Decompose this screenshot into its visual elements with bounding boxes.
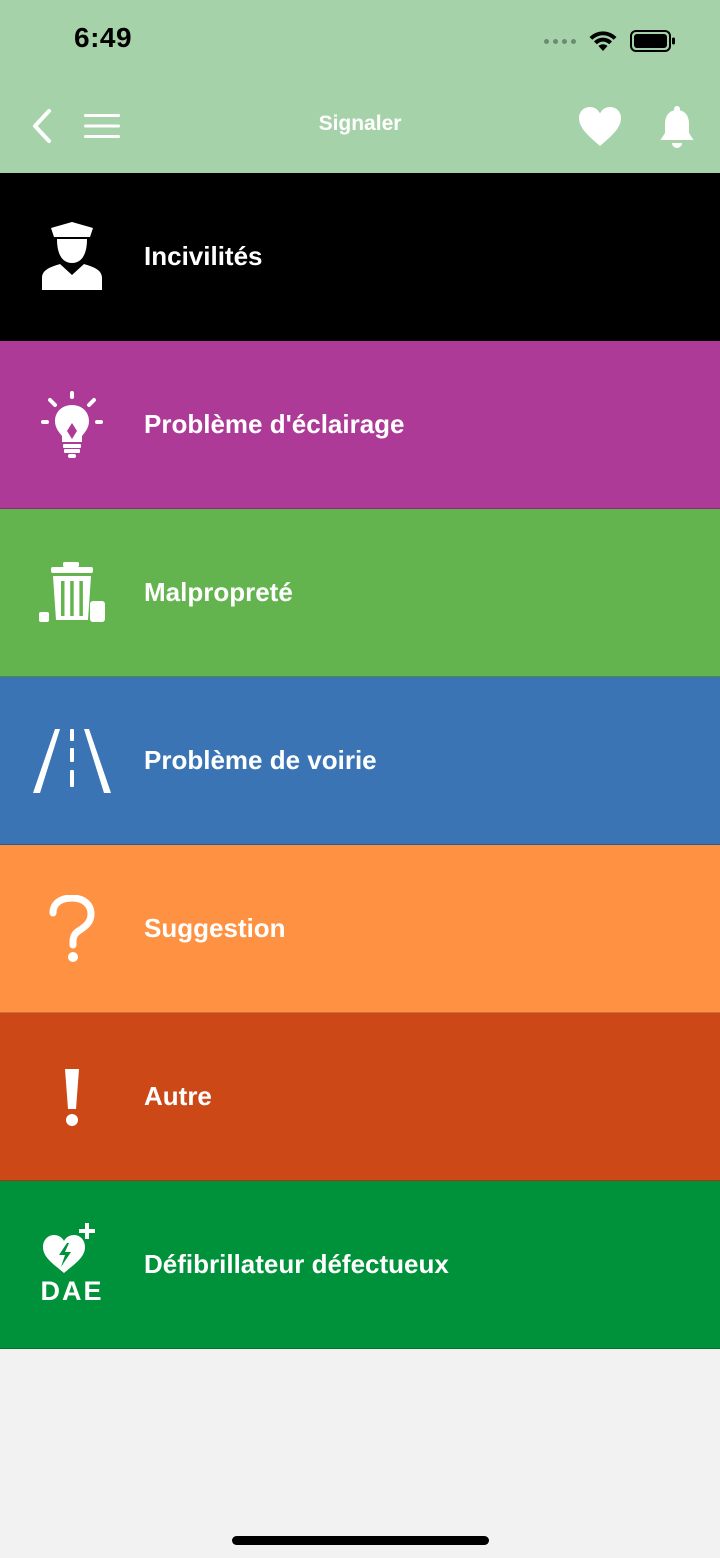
category-incivilites[interactable]: Incivilités — [0, 173, 720, 341]
category-label: Autre — [144, 1081, 212, 1111]
report-category-list: Incivilités Problème d'éclairage Malprop… — [0, 173, 720, 1349]
top-bar: 6:49 Signaler — [0, 0, 720, 173]
road-icon — [33, 728, 111, 793]
status-indicators — [544, 26, 676, 56]
category-label: Incivilités — [144, 241, 263, 271]
category-label: Problème d'éclairage — [144, 409, 405, 439]
favorites-button[interactable] — [574, 102, 626, 152]
bell-icon — [660, 106, 694, 148]
category-label: Suggestion — [144, 913, 286, 943]
cellular-signal-icon — [544, 38, 576, 44]
category-malproprete[interactable]: Malpropreté — [0, 509, 720, 677]
home-indicator — [232, 1536, 489, 1545]
trash-icon — [39, 561, 105, 622]
category-defibrillateur[interactable]: DAE Défibrillateur défectueux — [0, 1181, 720, 1349]
exclamation-icon — [65, 1068, 79, 1126]
question-icon — [49, 894, 95, 962]
category-label: Défibrillateur défectueux — [144, 1249, 449, 1279]
lightbulb-icon — [41, 390, 103, 458]
defibrillator-icon: DAE — [40, 1222, 104, 1307]
status-time: 6:49 — [74, 22, 133, 53]
category-label: Problème de voirie — [144, 745, 377, 775]
wifi-icon — [589, 31, 617, 51]
category-autre[interactable]: Autre — [0, 1013, 720, 1181]
category-eclairage[interactable]: Problème d'éclairage — [0, 341, 720, 509]
notifications-button[interactable] — [654, 102, 700, 152]
category-label: Malpropreté — [144, 577, 293, 607]
defibrillator-icon-text: DAE — [40, 1275, 104, 1306]
officer-icon — [42, 221, 102, 290]
category-suggestion[interactable]: Suggestion — [0, 845, 720, 1013]
category-voirie[interactable]: Problème de voirie — [0, 677, 720, 845]
battery-icon — [630, 30, 675, 52]
heart-icon — [579, 107, 621, 146]
